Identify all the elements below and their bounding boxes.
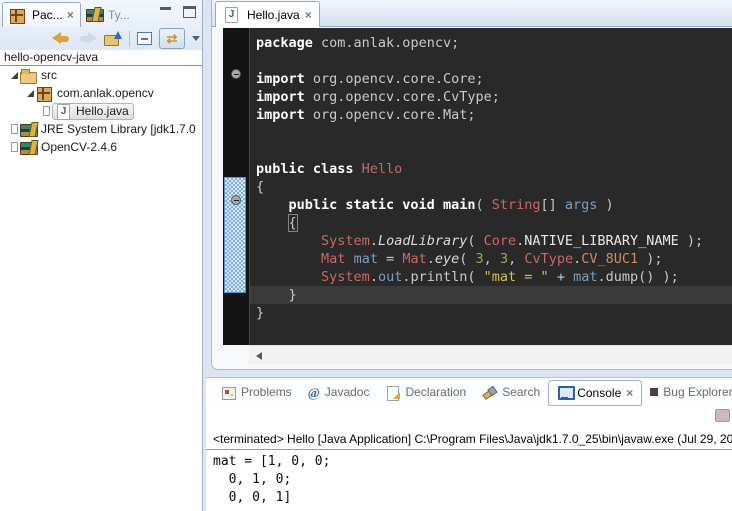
editor-tabbar: Hello.java × bbox=[212, 0, 732, 27]
tab-console[interactable]: Console × bbox=[548, 380, 642, 406]
code-line: Mat mat = Mat.eye( 3, 3, CvType.CV_8UC1 … bbox=[256, 250, 732, 268]
console-process-title: <terminated> Hello [Java Application] C:… bbox=[206, 406, 732, 450]
tab-bug-explorer-label: Bug Explorer bbox=[663, 385, 732, 399]
package-icon bbox=[36, 86, 53, 101]
scroll-left-arrow-icon[interactable] bbox=[253, 350, 264, 361]
problems-icon bbox=[221, 386, 236, 399]
folder-icon bbox=[20, 68, 37, 83]
java-file-icon bbox=[223, 7, 238, 22]
collapsed-arrow-icon[interactable] bbox=[8, 125, 20, 133]
tab-javadoc[interactable]: @ Javadoc bbox=[300, 379, 378, 405]
tab-bug-explorer[interactable]: Bug Explorer bbox=[642, 379, 732, 405]
tree-item-project-root[interactable]: hello-opencv-java bbox=[0, 50, 202, 66]
tree-item-label: JRE System Library [jdk1.7.0 bbox=[41, 122, 196, 136]
tree-item[interactable]: JRE System Library [jdk1.7.0 bbox=[0, 120, 202, 138]
library-icon bbox=[20, 122, 37, 137]
collapsed-arrow-icon[interactable] bbox=[40, 107, 52, 115]
fold-collapse-icon[interactable] bbox=[231, 195, 241, 205]
editor-horizontal-scrollbar[interactable] bbox=[249, 345, 732, 364]
code-line bbox=[256, 52, 732, 70]
code-line: public class Hello bbox=[256, 160, 732, 178]
tree-item-label: OpenCV-2.4.6 bbox=[41, 140, 117, 154]
explorer-toolbar: ⇄ bbox=[52, 27, 200, 50]
tab-javadoc-label: Javadoc bbox=[325, 385, 370, 399]
expanded-arrow-icon[interactable] bbox=[24, 90, 36, 97]
console-panel-tabbar: Problems @ Javadoc Declaration Search Co… bbox=[206, 378, 732, 406]
editor-tab-hello-java[interactable]: Hello.java × bbox=[215, 1, 320, 27]
code-line: { bbox=[256, 178, 732, 196]
close-icon[interactable]: × bbox=[626, 387, 633, 399]
console-output: mat = [1, 0, 0; 0, 1, 0; 0, 0, 1] bbox=[206, 450, 732, 507]
close-icon[interactable]: × bbox=[305, 9, 312, 21]
code-line: package com.anlak.opencv; bbox=[256, 34, 732, 52]
fold-collapse-icon[interactable] bbox=[231, 69, 241, 79]
tree-item[interactable]: com.anlak.opencv bbox=[0, 84, 202, 102]
tab-package-explorer[interactable]: Pac... × bbox=[2, 2, 81, 27]
tree-item-label: src bbox=[41, 68, 57, 82]
code-line bbox=[256, 124, 732, 142]
editor-window: Hello.java × package com.anlak.opencv; im… bbox=[211, 0, 732, 370]
tab-problems-label: Problems bbox=[241, 385, 292, 399]
code-editor[interactable]: package com.anlak.opencv; import org.open… bbox=[249, 28, 732, 345]
code-line: import org.opencv.core.CvType; bbox=[256, 88, 732, 106]
project-tree: hello-opencv-java srccom.anlak.opencv Hel… bbox=[0, 50, 202, 511]
package-explorer-icon bbox=[9, 8, 24, 23]
javadoc-at-icon: @ bbox=[308, 386, 320, 399]
editor-annotation-ruler[interactable] bbox=[223, 28, 249, 345]
tab-type-hierarchy-label: Ty... bbox=[108, 8, 130, 22]
tree-item-label: com.anlak.opencv bbox=[57, 86, 154, 100]
code-line: import org.opencv.core.Mat; bbox=[256, 106, 732, 124]
code-line bbox=[256, 142, 732, 160]
tab-console-label: Console bbox=[577, 386, 621, 400]
java-file-icon bbox=[55, 104, 72, 119]
editor-tab-label: Hello.java bbox=[247, 8, 300, 22]
declaration-icon bbox=[385, 386, 400, 399]
code-line: public static void main( String[] args ) bbox=[256, 196, 732, 214]
tab-type-hierarchy[interactable]: Ty... bbox=[80, 2, 136, 27]
code-line: { bbox=[256, 214, 732, 232]
maximize-button[interactable] bbox=[183, 6, 196, 18]
code-line: System.LoadLibrary( Core.NATIVE_LIBRARY_… bbox=[256, 232, 732, 250]
code-line: System.out.println( "mat = " + mat.dump(… bbox=[256, 268, 732, 286]
search-icon bbox=[482, 386, 497, 399]
bug-explorer-icon bbox=[650, 388, 658, 396]
tree-selection: Hello.java bbox=[52, 103, 134, 120]
type-hierarchy-icon bbox=[86, 7, 100, 22]
library-icon bbox=[20, 140, 37, 155]
collapsed-arrow-icon[interactable] bbox=[8, 143, 20, 151]
link-with-editor-button[interactable]: ⇄ bbox=[159, 28, 185, 49]
tab-problems[interactable]: Problems bbox=[213, 379, 300, 405]
code-line: } bbox=[256, 304, 732, 322]
tab-declaration-label: Declaration bbox=[405, 385, 466, 399]
tab-search-label: Search bbox=[502, 385, 540, 399]
tree-item[interactable]: Hello.java bbox=[0, 102, 202, 120]
toolbar-separator bbox=[129, 31, 130, 47]
package-explorer-panel: Pac... × Ty... ⇄ hello-opencv-java srcco… bbox=[0, 0, 203, 511]
go-into-folder-button[interactable] bbox=[104, 31, 122, 46]
console-toolbar-icon[interactable] bbox=[715, 409, 730, 422]
tree-item[interactable]: OpenCV-2.4.6 bbox=[0, 138, 202, 156]
collapse-all-button[interactable] bbox=[137, 32, 152, 45]
console-output-line: mat = [1, 0, 0; bbox=[213, 453, 732, 471]
tab-package-explorer-label: Pac... bbox=[32, 8, 63, 22]
back-arrow-button[interactable] bbox=[52, 32, 71, 45]
console-icon bbox=[557, 386, 572, 399]
code-line: import org.opencv.core.Core; bbox=[256, 70, 732, 88]
console-output-line: 0, 1, 0; bbox=[213, 471, 732, 489]
console-panel: Problems @ Javadoc Declaration Search Co… bbox=[206, 377, 732, 511]
console-output-line: 0, 0, 1] bbox=[213, 489, 732, 507]
view-menu-icon[interactable] bbox=[192, 36, 200, 41]
code-line: } bbox=[250, 286, 732, 304]
tab-search[interactable]: Search bbox=[474, 379, 548, 405]
expanded-arrow-icon[interactable] bbox=[8, 72, 20, 79]
forward-arrow-button[interactable] bbox=[78, 32, 97, 45]
tab-declaration[interactable]: Declaration bbox=[377, 379, 474, 405]
tree-item[interactable]: src bbox=[0, 66, 202, 84]
minimize-button[interactable] bbox=[159, 6, 173, 18]
tree-item-label: Hello.java bbox=[76, 104, 129, 118]
package-explorer-header: Pac... × Ty... ⇄ bbox=[0, 0, 202, 50]
editor-left-margin bbox=[212, 28, 223, 345]
close-icon[interactable]: × bbox=[67, 9, 74, 21]
